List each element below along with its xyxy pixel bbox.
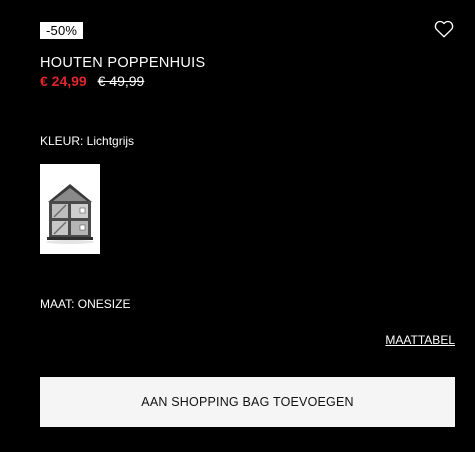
product-details-panel: -50% HOUTEN POPPENHUIS € 24,99 € 49,99 K… — [0, 0, 475, 452]
dollhouse-thumbnail — [40, 164, 100, 254]
heart-outline-icon — [434, 20, 454, 38]
price-row: € 24,99 € 49,99 — [40, 72, 144, 90]
color-label: KLEUR: Lichtgrijs — [40, 134, 135, 148]
size-label: MAAT: ONESIZE — [40, 297, 131, 311]
product-title: HOUTEN POPPENHUIS — [40, 55, 206, 71]
color-swatch-lichtgrijs[interactable] — [40, 164, 100, 254]
size-guide-link[interactable]: MAATTABEL — [385, 333, 455, 348]
add-to-bag-button[interactable]: AAN SHOPPING BAG TOEVOEGEN — [40, 377, 455, 427]
wishlist-button[interactable] — [432, 17, 456, 41]
sale-price: € 24,99 — [40, 73, 87, 89]
original-price: € 49,99 — [97, 73, 145, 89]
discount-badge: -50% — [40, 22, 84, 39]
